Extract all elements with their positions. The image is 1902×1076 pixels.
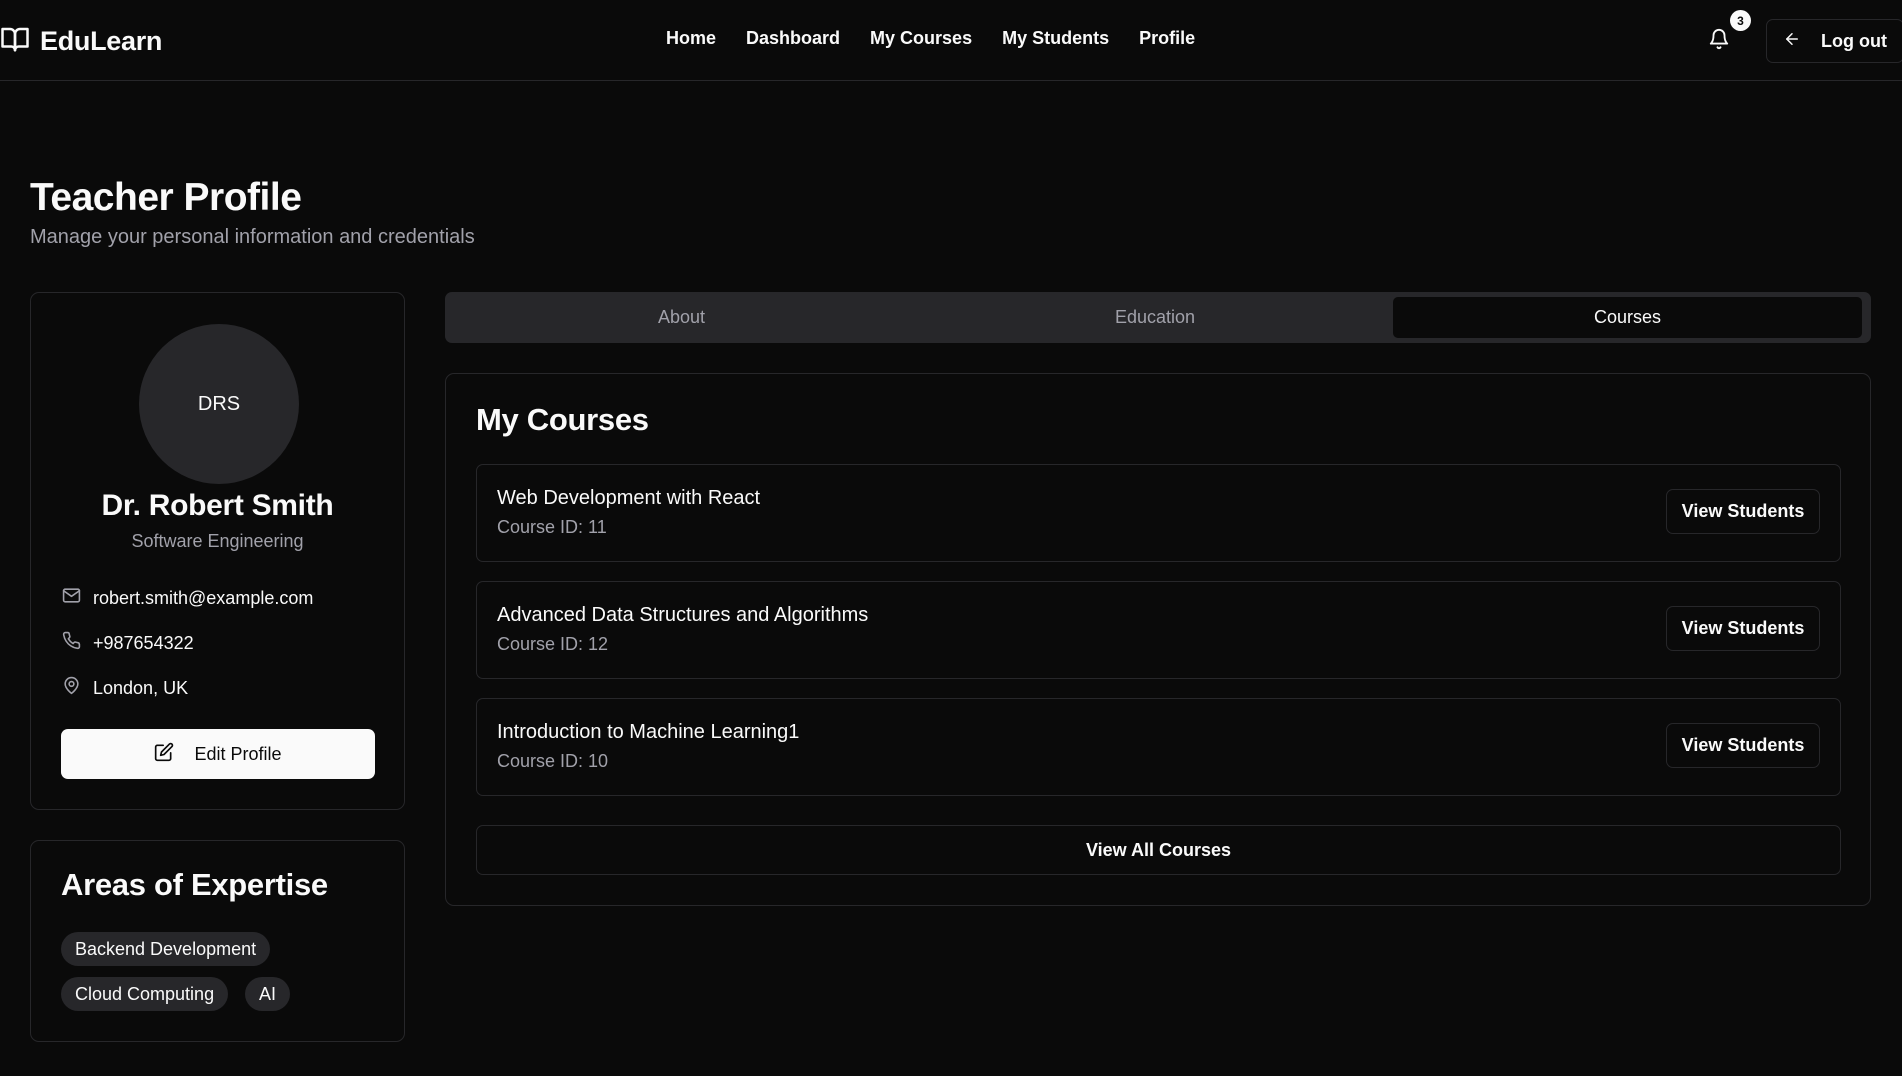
contact-phone: +987654322 <box>62 631 194 655</box>
nav-link-my-courses[interactable]: My Courses <box>870 28 972 49</box>
location-text: London, UK <box>93 677 189 698</box>
tab-education[interactable]: Education <box>920 297 1390 338</box>
nav-link-my-students[interactable]: My Students <box>1002 28 1109 49</box>
contact-location: London, UK <box>62 676 188 700</box>
expertise-tag: Cloud Computing <box>61 977 229 1011</box>
course-name: Advanced Data Structures and Algorithms <box>497 604 869 626</box>
edit-icon <box>154 742 174 767</box>
course-row: Introduction to Machine Learning1 Course… <box>476 698 1841 796</box>
logout-button[interactable]: Log out <box>1766 19 1902 63</box>
avatar: DRS <box>139 324 299 484</box>
logout-label: Log out <box>1821 30 1887 51</box>
expertise-tag: Backend Development <box>61 932 271 966</box>
view-students-button[interactable]: View Students <box>1666 723 1820 768</box>
course-row: Advanced Data Structures and Algorithms … <box>476 581 1841 679</box>
page-title: Teacher Profile <box>30 176 302 219</box>
view-students-button[interactable]: View Students <box>1666 606 1820 651</box>
course-id: Course ID: 12 <box>497 634 609 654</box>
view-all-courses-button[interactable]: View All Courses <box>476 825 1841 875</box>
courses-title: My Courses <box>476 402 649 437</box>
phone-text: +987654322 <box>93 632 194 653</box>
phone-icon <box>62 631 81 655</box>
expertise-card: Areas of Expertise Backend Development C… <box>30 840 405 1042</box>
nav-link-home[interactable]: Home <box>666 28 716 49</box>
notification-badge: 3 <box>1730 10 1751 31</box>
brand[interactable]: EduLearn <box>0 24 162 59</box>
brand-name: EduLearn <box>40 26 163 56</box>
map-pin-icon <box>62 676 81 700</box>
mail-icon <box>62 586 81 610</box>
profile-card: DRS Dr. Robert Smith Software Engineerin… <box>30 292 405 810</box>
courses-card: My Courses Web Development with React Co… <box>445 373 1871 906</box>
course-id: Course ID: 10 <box>497 751 609 771</box>
email-text: robert.smith@example.com <box>93 587 314 608</box>
top-navbar: EduLearn Home Dashboard My Courses My St… <box>0 0 1902 81</box>
contact-email: robert.smith@example.com <box>62 586 313 610</box>
profile-department: Software Engineering <box>131 531 304 551</box>
profile-name: Dr. Robert Smith <box>101 489 334 522</box>
course-name: Introduction to Machine Learning1 <box>497 721 800 743</box>
course-row: Web Development with React Course ID: 11… <box>476 464 1841 562</box>
course-id: Course ID: 11 <box>497 517 607 537</box>
edit-profile-label: Edit Profile <box>194 743 282 764</box>
edit-profile-button[interactable]: Edit Profile <box>61 729 375 779</box>
nav-link-profile[interactable]: Profile <box>1139 28 1195 49</box>
view-students-button[interactable]: View Students <box>1666 489 1820 534</box>
bell-icon[interactable] <box>1708 28 1732 52</box>
tab-about[interactable]: About <box>449 297 914 338</box>
expertise-title: Areas of Expertise <box>61 867 328 902</box>
book-open-icon <box>0 24 30 59</box>
course-name: Web Development with React <box>497 487 761 509</box>
tab-courses[interactable]: Courses <box>1393 297 1862 338</box>
nav-link-dashboard[interactable]: Dashboard <box>746 28 840 49</box>
profile-tabs: About Education Courses <box>445 292 1871 343</box>
page-subtitle: Manage your personal information and cre… <box>30 226 475 248</box>
arrow-left-icon <box>1783 30 1801 53</box>
nav-links: Home Dashboard My Courses My Students Pr… <box>666 28 1195 49</box>
expertise-tag: AI <box>245 977 291 1011</box>
